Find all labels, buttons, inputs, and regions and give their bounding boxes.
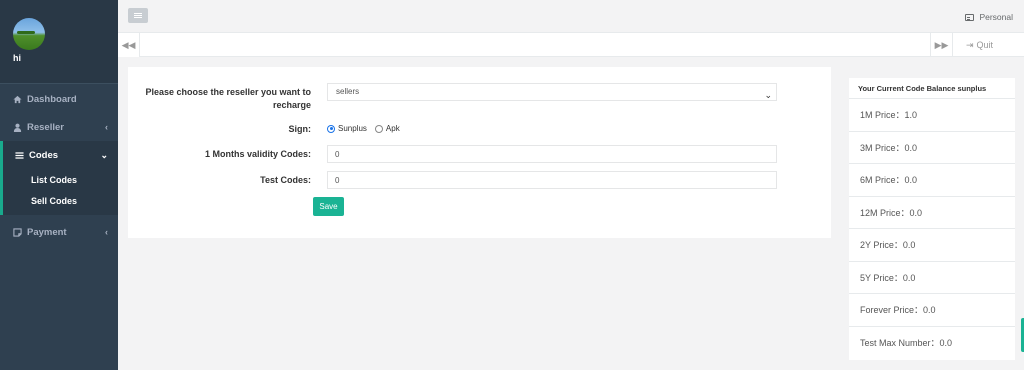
test-codes-label: Test Codes:	[260, 175, 311, 185]
chevron-left-icon: ‹	[105, 227, 108, 237]
price-item: 12M Price：0.0	[849, 197, 1015, 229]
chevron-left-icon: ‹	[105, 122, 108, 132]
profile-header: hi	[0, 0, 118, 84]
months-codes-input[interactable]	[327, 145, 777, 163]
sidebar-item-label: Codes	[29, 149, 59, 161]
menu-toggle-button[interactable]	[128, 8, 148, 23]
test-codes-input[interactable]	[327, 171, 777, 189]
code-balance-panel: Your Current Code Balance sunplus 1M Pri…	[849, 78, 1015, 360]
forward-icon: ▶▶	[934, 39, 949, 50]
personal-label: Personal	[979, 12, 1013, 22]
reseller-select-value: sellers	[336, 87, 360, 96]
sidebar: hi Dashboard Reseller ‹ Codes ⌄ List Cod…	[0, 0, 118, 370]
reseller-select[interactable]: sellers ⌄	[327, 83, 777, 101]
sidebar-item-label: Payment	[27, 226, 67, 238]
save-button[interactable]: Save	[313, 197, 344, 216]
bars-icon	[14, 150, 24, 160]
price-item: 5Y Price：0.0	[849, 262, 1015, 294]
personal-link[interactable]: Personal	[965, 12, 1013, 22]
tab-bar: ◀◀ ▶▶ ⇥ Quit	[118, 33, 1024, 57]
price-item: Test Max Number：0.0	[860, 337, 953, 348]
sign-radio-group: Sunplus Apk	[327, 124, 400, 133]
recharge-form-panel: Please choose the reseller you want to r…	[128, 67, 831, 238]
sidebar-item-reseller[interactable]: Reseller ‹	[0, 113, 118, 141]
hamburger-icon	[134, 15, 142, 16]
sidebar-subitem-sell-codes[interactable]: Sell Codes	[3, 190, 118, 215]
sidebar-item-label: Dashboard	[27, 93, 77, 105]
chevron-down-icon: ⌄	[100, 150, 108, 160]
sidebar-group-codes: Codes ⌄ List Codes Sell Codes	[0, 141, 118, 215]
sign-out-icon: ⇥	[966, 39, 974, 50]
chevron-down-icon: ⌄	[764, 90, 772, 100]
sidebar-item-dashboard[interactable]: Dashboard	[0, 85, 118, 113]
months-codes-label: 1 Months validity Codes:	[204, 149, 311, 159]
radio-indicator[interactable]	[374, 124, 383, 133]
price-item: 2Y Price：0.0	[849, 229, 1015, 262]
radio-label: Apk	[385, 124, 400, 133]
tab-scroll-left-button[interactable]: ◀◀	[118, 33, 140, 57]
sign-radio-sunplus[interactable]: Sunplus	[327, 124, 367, 133]
quit-label: Quit	[976, 40, 994, 50]
price-item: Forever Price：0.0	[849, 294, 1015, 327]
tab-scroll-right-button[interactable]: ▶▶	[930, 33, 952, 57]
sidebar-item-label: Reseller	[27, 121, 64, 133]
id-card-icon	[965, 13, 975, 21]
avatar[interactable]	[13, 18, 45, 50]
profile-name[interactable]: hi	[13, 53, 21, 63]
sign-label: Sign:	[288, 124, 312, 134]
sidebar-subitem-list-codes[interactable]: List Codes	[3, 169, 118, 190]
reseller-label: Please choose the reseller you want to r…	[145, 87, 311, 110]
quit-button[interactable]: ⇥ Quit	[952, 33, 1024, 57]
radio-label: Sunplus	[338, 124, 367, 133]
price-item: 6M Price：0.0	[849, 164, 1015, 197]
user-icon	[12, 122, 22, 132]
price-item: 3M Price：0.0	[849, 132, 1015, 164]
note-icon	[12, 227, 22, 237]
top-navbar: Personal	[118, 0, 1024, 33]
sign-radio-apk[interactable]: Apk	[374, 124, 400, 133]
home-icon	[12, 94, 22, 104]
sidebar-item-codes[interactable]: Codes ⌄	[3, 141, 118, 169]
balance-title: Your Current Code Balance sunplus	[849, 78, 1015, 99]
backward-icon: ◀◀	[121, 39, 136, 50]
sidebar-nav: Dashboard Reseller ‹ Codes ⌄ List Codes …	[0, 84, 118, 246]
sidebar-item-payment[interactable]: Payment ‹	[0, 218, 118, 246]
price-item: 1M Price：1.0	[849, 99, 1015, 132]
radio-indicator[interactable]	[327, 124, 335, 133]
